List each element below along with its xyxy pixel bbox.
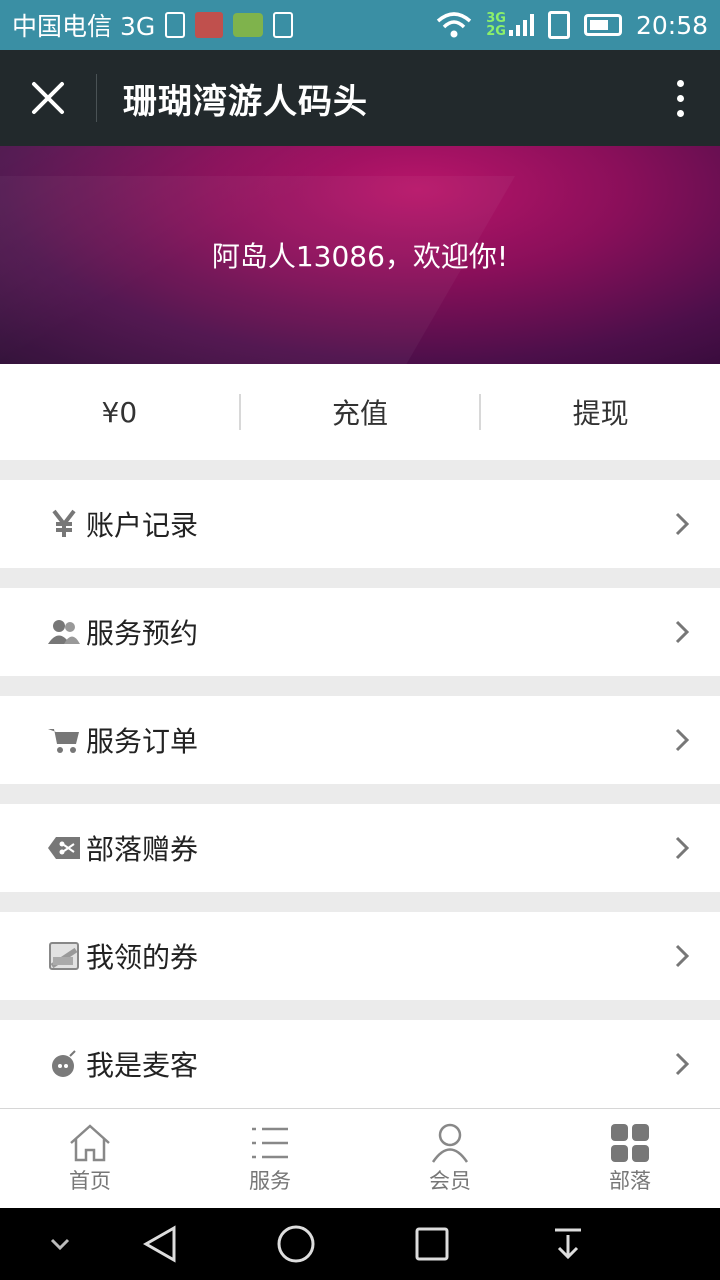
bomb-icon [48, 1048, 80, 1080]
coupon-icon [48, 832, 80, 864]
pull-down-icon [555, 1228, 581, 1260]
nav-item-services[interactable]: 服务 [180, 1109, 360, 1208]
menu-item-label: 我是麦客 [86, 1049, 199, 1082]
battery-icon [583, 14, 622, 36]
nav-label: 首页 [69, 1168, 111, 1193]
more-options-button[interactable] [640, 50, 720, 146]
user-icon [428, 1123, 472, 1163]
nav-item-tribe[interactable]: 部落 [540, 1109, 720, 1208]
back-button[interactable] [120, 1208, 200, 1280]
chevron-right-icon [675, 1052, 690, 1076]
wifi-icon [437, 12, 472, 38]
recharge-button[interactable]: 充值 [241, 392, 480, 432]
more-vertical-icon [676, 79, 684, 87]
close-button[interactable] [0, 50, 96, 146]
nav-label: 服务 [249, 1168, 291, 1193]
menu-item-i-am-maker[interactable]: 我是麦客 [0, 1020, 720, 1108]
chevron-down-icon [50, 1238, 70, 1251]
bottom-nav: 首页 服务 会员 部落 [0, 1108, 720, 1208]
cart-icon [48, 724, 80, 756]
menu-item-label: 服务预约 [86, 617, 199, 650]
phone-alert-icon [547, 11, 570, 39]
home-button[interactable] [256, 1208, 336, 1280]
chevron-right-icon [675, 836, 690, 860]
yen-icon [48, 508, 80, 540]
home-circle-icon [277, 1225, 315, 1263]
close-icon [32, 82, 64, 114]
menu-item-service-booking[interactable]: 服务预约 [0, 588, 720, 676]
nav-item-member[interactable]: 会员 [360, 1109, 540, 1208]
ticket-icon [48, 940, 80, 972]
network-type: 3G 2G [486, 12, 506, 38]
title-divider [96, 74, 97, 122]
nav-label: 部落 [609, 1168, 651, 1193]
sim-card-icon [195, 12, 224, 38]
balance-row: ¥0 充值 提现 [0, 364, 720, 460]
balance-amount[interactable]: ¥0 [0, 396, 239, 429]
menu-item-label: 账户记录 [86, 509, 199, 542]
recents-square-icon [415, 1227, 449, 1261]
menu-item-label: 部落赠券 [86, 833, 199, 866]
chevron-right-icon [675, 728, 690, 752]
profile-banner: 阿岛人13086，欢迎你! [0, 146, 720, 364]
carrier-label: 中国电信 3G [12, 12, 156, 41]
collapse-button[interactable] [20, 1208, 100, 1280]
chevron-right-icon [675, 944, 690, 968]
menu-item-tribe-coupons[interactable]: 部落赠券 [0, 804, 720, 892]
chevron-right-icon [675, 620, 690, 644]
page-title: 珊瑚湾游人码头 [123, 81, 368, 122]
list-icon [248, 1123, 292, 1163]
signal-icon [508, 14, 534, 36]
nav-item-home[interactable]: 首页 [0, 1109, 180, 1208]
upload-icon [273, 12, 294, 38]
notification-pull-button[interactable] [528, 1208, 608, 1280]
battery-saver-icon [165, 12, 186, 38]
message-icon [233, 13, 264, 37]
chevron-right-icon [675, 512, 690, 536]
status-bar: 中国电信 3G 3G 2G 20:58 [0, 0, 720, 50]
withdraw-button[interactable]: 提现 [481, 392, 720, 432]
grid-icon [608, 1123, 652, 1163]
menu-item-service-orders[interactable]: 服务订单 [0, 696, 720, 784]
welcome-message: 阿岛人13086，欢迎你! [211, 240, 509, 273]
menu-item-my-coupons[interactable]: 我领的券 [0, 912, 720, 1000]
title-bar: 珊瑚湾游人码头 [0, 50, 720, 146]
nav-label: 会员 [429, 1168, 471, 1193]
users-icon [48, 616, 80, 648]
menu-item-label: 服务订单 [86, 725, 199, 758]
home-icon [68, 1123, 112, 1163]
recents-button[interactable] [392, 1208, 472, 1280]
menu-item-account-records[interactable]: 账户记录 [0, 480, 720, 568]
system-nav-bar [0, 1208, 720, 1280]
network-type-bottom: 2G [486, 24, 506, 39]
back-triangle-icon [142, 1225, 176, 1263]
clock: 20:58 [635, 10, 708, 40]
menu-item-label: 我领的券 [86, 941, 199, 974]
